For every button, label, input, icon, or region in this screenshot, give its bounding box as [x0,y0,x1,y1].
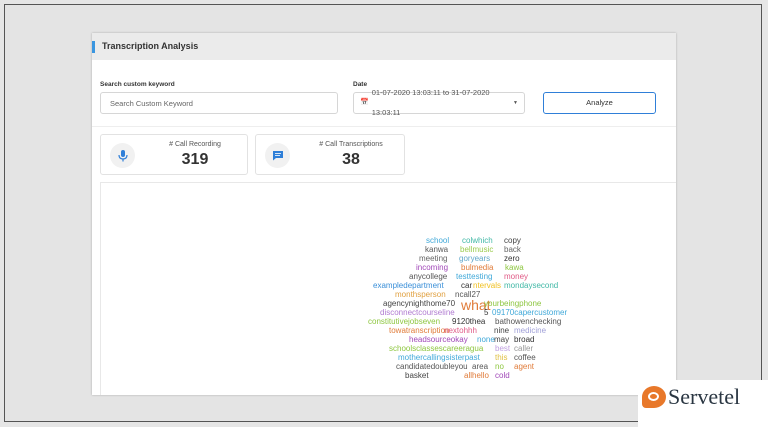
header-accent-bar [92,41,95,53]
servetel-logo-icon [642,386,666,408]
panel-title: Transcription Analysis [102,41,199,51]
date-range-picker[interactable]: 📅 01-07-2020 13:03:11 to 31-07-2020 13:0… [353,88,525,117]
panel-header: Transcription Analysis [92,33,676,60]
transcription-analysis-panel: Transcription Analysis Search custom key… [92,33,676,395]
chat-icon [265,143,290,168]
call-recording-card: # Call Recording 319 [100,134,248,175]
word-cloud-container [100,182,676,395]
call-transcriptions-card: # Call Transcriptions 38 [255,134,405,175]
divider [92,126,676,127]
chevron-down-icon: ▼ [513,100,518,106]
search-keyword-label: Search custom keyword [100,81,175,88]
microphone-icon [110,143,135,168]
call-transcriptions-count: 38 [342,151,360,168]
calendar-icon: 📅 [360,99,369,106]
date-label: Date [353,81,368,88]
brand-watermark: Servetel [638,380,768,427]
analyze-button[interactable]: Analyze [543,92,656,114]
call-recording-label: # Call Recording [169,141,221,148]
brand-name: Servetel [668,384,741,409]
date-range-value: 01-07-2020 13:03:11 to 31-07-2020 13:03:… [371,88,490,117]
call-recording-count: 319 [181,151,209,168]
search-keyword-input[interactable] [100,92,338,114]
call-transcriptions-label: # Call Transcriptions [319,141,383,148]
